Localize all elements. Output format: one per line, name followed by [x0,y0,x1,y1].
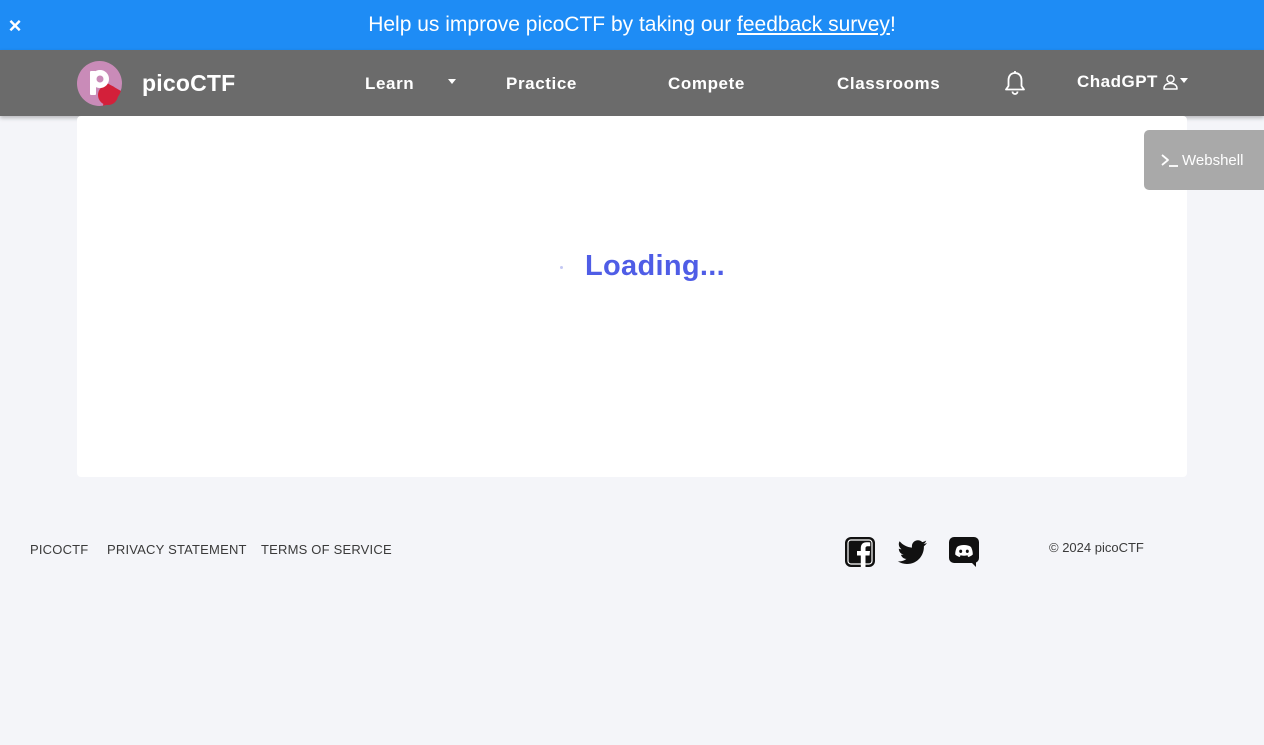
footer-link-privacy[interactable]: PRIVACY STATEMENT [107,542,247,557]
loading-indicator: Loading... [560,250,725,283]
bell-icon[interactable] [1003,70,1027,96]
chevron-down-icon [1179,77,1188,83]
twitter-icon[interactable] [896,536,928,568]
nav-learn-dropdown[interactable]: Learn [365,74,456,94]
nav-compete[interactable]: Compete [668,74,745,94]
top-navbar: picoCTF [0,50,1264,116]
username-label: ChadGPT [1077,72,1158,91]
discord-icon[interactable] [948,536,980,568]
banner-text-before: Help us improve picoCTF by taking our [368,13,738,36]
nav-practice[interactable]: Practice [506,74,577,94]
brand-home-link[interactable]: picoCTF [77,61,235,106]
banner-text-after: ! [889,13,896,36]
banner-message: Help us improve picoCTF by taking our fe… [0,12,1264,38]
footer-link-terms[interactable]: TERMS OF SERVICE [261,542,392,557]
feedback-survey-link[interactable]: feedback survey [737,13,890,36]
user-icon [1163,74,1178,90]
webshell-label: Webshell [1182,151,1244,169]
nav-classrooms[interactable]: Classrooms [837,74,940,94]
nav-learn-label: Learn [365,74,415,93]
chevron-down-icon [447,79,456,85]
copyright-text: © 2024 picoCTF [1049,540,1144,555]
content-card [77,116,1187,477]
spinner-icon [560,266,563,269]
feedback-banner: × Help us improve picoCTF by taking our … [0,0,1264,50]
brand-name: picoCTF [142,70,236,96]
loading-text: Loading... [585,250,725,282]
picoctf-logo-icon [77,61,122,106]
terminal-icon [1161,154,1178,167]
facebook-icon[interactable] [844,536,876,568]
webshell-button[interactable]: Webshell [1144,130,1264,190]
user-menu-dropdown[interactable]: ChadGPT [1077,72,1188,92]
footer-link-picoctf[interactable]: PICOCTF [30,542,88,557]
